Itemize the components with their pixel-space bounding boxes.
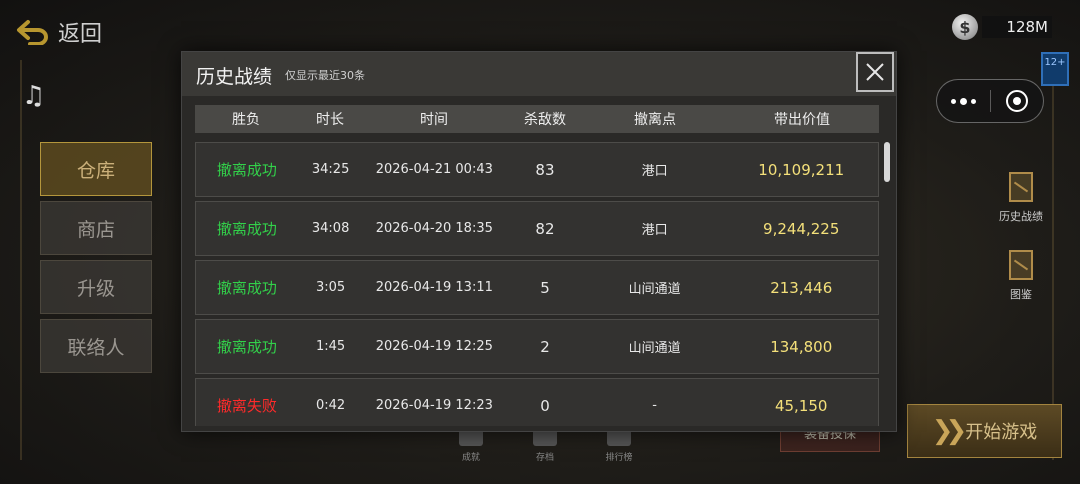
column-header: 撤离点 (634, 112, 676, 128)
value-cell: 134,800 (770, 337, 833, 356)
scroll-icon (1009, 172, 1033, 202)
table-row: 撤离失败 0:42 2026-04-19 12:23 0 - 45,150 (195, 378, 879, 426)
dot-icon (950, 98, 956, 104)
close-icon (866, 63, 884, 81)
table-row: 撤离成功 34:08 2026-04-20 18:35 82 港口 9,244,… (195, 201, 879, 256)
leaderboard-label: 排行榜 (605, 453, 633, 463)
back-arrow-icon (17, 20, 48, 45)
dot-icon (959, 97, 967, 105)
codex-icon (1009, 250, 1033, 280)
coin-icon: $ (952, 14, 978, 40)
kills-cell: 0 (540, 396, 550, 415)
codex-button[interactable]: 图鉴 (995, 250, 1047, 302)
extract-cell: 山间通道 (628, 282, 681, 297)
table-row: 撤离成功 3:05 2026-04-19 13:11 5 山间通道 213,44… (195, 260, 879, 315)
extract-cell: 山间通道 (628, 341, 681, 356)
result-cell: 撤离成功 (216, 338, 277, 356)
more-options-button[interactable] (937, 97, 990, 105)
music-icon[interactable]: ♫ (22, 82, 48, 110)
modal-subtitle: 仅显示最近30条 (285, 69, 365, 82)
time-cell: 2026-04-19 12:23 (375, 398, 493, 413)
save-label: 存档 (535, 453, 554, 463)
column-header: 杀敌数 (524, 112, 566, 128)
value-cell: 9,244,225 (763, 219, 840, 238)
column-header: 时长 (316, 112, 344, 128)
extract-cell: 港口 (641, 223, 668, 238)
side-item-warehouse[interactable]: 仓库 (40, 142, 152, 196)
column-header: 带出价值 (774, 112, 830, 128)
age-rating-badge: 12+ (1041, 52, 1069, 86)
kills-cell: 2 (540, 337, 550, 356)
modal-header: 历史战绩 仅显示最近30条 (182, 52, 896, 96)
double-chevron-icon: ❯❯ (931, 416, 967, 446)
scrollbar[interactable] (884, 142, 890, 182)
duration-cell: 0:42 (316, 398, 346, 413)
duration-cell: 34:08 (311, 221, 350, 236)
result-cell: 撤离失败 (216, 397, 277, 415)
back-label: 返回 (58, 22, 103, 47)
side-item-contacts[interactable]: 联络人 (40, 319, 152, 373)
column-header: 时间 (420, 112, 448, 128)
time-cell: 2026-04-19 12:25 (375, 339, 493, 354)
modal-title: 历史战绩 (196, 66, 273, 88)
start-game-label: 开始游戏 (965, 422, 1038, 443)
time-cell: 2026-04-20 18:35 (375, 221, 493, 236)
time-cell: 2026-04-21 00:43 (375, 162, 493, 177)
table-row: 撤离成功 1:45 2026-04-19 12:25 2 山间通道 134,80… (195, 319, 879, 374)
currency-display: $ 128M (952, 12, 1052, 42)
value-cell: 45,150 (774, 396, 828, 415)
frame-left-decoration (0, 60, 22, 460)
exit-ring-icon (1005, 90, 1028, 112)
result-cell: 撤离成功 (216, 279, 277, 297)
table-header: 胜负 时长 时间 杀敌数 撤离点 带出价值 (195, 105, 879, 133)
history-record-label: 历史战绩 (999, 210, 1043, 223)
kills-cell: 82 (535, 219, 555, 238)
dot-icon (970, 98, 976, 104)
duration-cell: 3:05 (316, 280, 346, 295)
exit-miniprogram-button[interactable] (990, 90, 1043, 112)
value-cell: 10,109,211 (758, 160, 845, 179)
side-item-shop[interactable]: 商店 (40, 201, 152, 255)
history-record-button[interactable]: 历史战绩 (995, 172, 1047, 224)
value-cell: 213,446 (770, 278, 833, 297)
codex-label: 图鉴 (1010, 288, 1032, 301)
kills-cell: 5 (540, 278, 550, 297)
result-cell: 撤离成功 (216, 161, 277, 179)
column-header: 胜负 (232, 112, 260, 128)
table-row: 撤离成功 34:25 2026-04-21 00:43 83 港口 10,109… (195, 142, 879, 197)
back-button[interactable]: 返回 (16, 16, 102, 48)
start-game-button[interactable]: ❯❯ 开始游戏 (907, 404, 1062, 458)
achievement-label: 成就 (461, 453, 480, 463)
frame-right-decoration (1052, 60, 1066, 460)
side-menu: 仓库 商店 升级 联络人 (40, 142, 152, 378)
extract-cell: - (652, 398, 657, 413)
close-button[interactable] (856, 52, 894, 92)
currency-amount: 128M (982, 16, 1052, 38)
history-modal: 历史战绩 仅显示最近30条 胜负 时长 时间 杀敌数 撤离点 带出价值 撤离成功… (181, 51, 897, 432)
extract-cell: 港口 (641, 164, 668, 179)
kills-cell: 83 (535, 160, 555, 179)
time-cell: 2026-04-19 13:11 (375, 280, 493, 295)
duration-cell: 1:45 (316, 339, 346, 354)
duration-cell: 34:25 (311, 162, 350, 177)
side-item-upgrade[interactable]: 升级 (40, 260, 152, 314)
record-list[interactable]: 撤离成功 34:25 2026-04-21 00:43 83 港口 10,109… (195, 142, 879, 426)
miniprogram-capsule (936, 79, 1044, 123)
result-cell: 撤离成功 (216, 220, 277, 238)
